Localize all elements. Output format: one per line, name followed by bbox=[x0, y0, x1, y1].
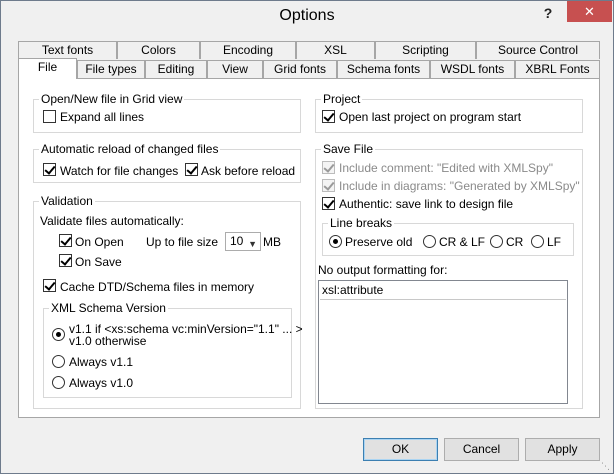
cache-dtd-checkbox[interactable] bbox=[43, 279, 56, 292]
expand-all-lines-label: Expand all lines bbox=[60, 110, 145, 124]
line-break-crlf-label: CR & LF bbox=[439, 235, 486, 249]
validation-group-title: Validation bbox=[39, 194, 95, 208]
tab-view[interactable]: View bbox=[207, 60, 263, 78]
open-last-project-label: Open last project on program start bbox=[339, 110, 522, 124]
line-breaks-group-title: Line breaks bbox=[328, 216, 395, 230]
include-diagrams-label: Include in diagrams: "Generated by XMLSp… bbox=[339, 179, 580, 193]
validate-automatically-label: Validate files automatically: bbox=[40, 214, 184, 228]
tab-file[interactable]: File bbox=[18, 58, 77, 79]
apply-button[interactable]: Apply bbox=[525, 438, 600, 461]
auto-reload-group-title: Automatic reload of changed files bbox=[39, 142, 221, 156]
schema-always-v10-label: Always v1.0 bbox=[69, 376, 134, 390]
up-to-file-size-label: Up to file size bbox=[146, 235, 219, 249]
tab-grid-fonts[interactable]: Grid fonts bbox=[263, 60, 337, 78]
options-dialog: Options ? ✕ Text fonts Colors Encoding X… bbox=[0, 0, 614, 474]
cancel-button[interactable]: Cancel bbox=[444, 438, 519, 461]
chevron-down-icon: ▼ bbox=[248, 239, 257, 249]
line-break-lf-radio[interactable] bbox=[531, 235, 544, 248]
line-break-preserve-label: Preserve old bbox=[345, 235, 413, 249]
help-button[interactable]: ? bbox=[529, 2, 567, 24]
list-item[interactable]: xsl:attribute bbox=[320, 282, 566, 300]
cache-dtd-label: Cache DTD/Schema files in memory bbox=[60, 280, 255, 294]
no-output-formatting-list[interactable]: xsl:attribute bbox=[318, 280, 568, 404]
authentic-save-link-label: Authentic: save link to design file bbox=[339, 197, 514, 211]
schema-always-v11-radio[interactable] bbox=[52, 355, 65, 368]
include-comment-label: Include comment: "Edited with XMLSpy" bbox=[339, 161, 553, 175]
tab-xsl[interactable]: XSL bbox=[296, 41, 375, 59]
tab-scripting[interactable]: Scripting bbox=[375, 41, 476, 59]
tab-wsdl-fonts[interactable]: WSDL fonts bbox=[430, 60, 515, 78]
include-comment-checkbox[interactable] bbox=[322, 161, 335, 174]
watch-file-changes-label: Watch for file changes bbox=[60, 164, 179, 178]
on-open-checkbox[interactable] bbox=[59, 234, 72, 247]
line-break-cr-radio[interactable] bbox=[490, 235, 503, 248]
authentic-save-link-checkbox[interactable] bbox=[322, 197, 335, 210]
dialog-title: Options bbox=[279, 7, 335, 24]
line-break-lf-label: LF bbox=[547, 235, 562, 249]
list-empty-area bbox=[320, 299, 566, 402]
on-save-checkbox[interactable] bbox=[59, 254, 72, 267]
tab-source-control[interactable]: Source Control bbox=[476, 41, 600, 59]
tab-file-types[interactable]: File types bbox=[77, 60, 145, 78]
project-group-title: Project bbox=[321, 92, 363, 106]
line-break-crlf-radio[interactable] bbox=[423, 235, 436, 248]
schema-v11-conditional-line2: v1.0 otherwise bbox=[69, 334, 147, 348]
ask-before-reload-checkbox[interactable] bbox=[185, 163, 198, 176]
tab-encoding[interactable]: Encoding bbox=[200, 41, 296, 59]
schema-v11-conditional-radio[interactable] bbox=[52, 328, 65, 341]
file-size-select[interactable]: 10 ▼ bbox=[225, 232, 261, 251]
save-file-group-title: Save File bbox=[321, 142, 376, 156]
on-save-label: On Save bbox=[75, 255, 122, 269]
include-diagrams-checkbox[interactable] bbox=[322, 179, 335, 192]
ask-before-reload-label: Ask before reload bbox=[201, 164, 296, 178]
tab-colors[interactable]: Colors bbox=[117, 41, 200, 59]
schema-always-v11-label: Always v1.1 bbox=[69, 355, 134, 369]
on-open-label: On Open bbox=[75, 235, 124, 249]
open-last-project-checkbox[interactable] bbox=[322, 110, 335, 123]
line-break-preserve-radio[interactable] bbox=[329, 235, 342, 248]
title-bar: Options ? ✕ bbox=[1, 1, 613, 31]
file-size-unit: MB bbox=[263, 235, 281, 249]
tab-xbrl-fonts[interactable]: XBRL Fonts bbox=[515, 60, 600, 78]
tab-editing[interactable]: Editing bbox=[145, 60, 207, 78]
file-tab-panel: Open/New file in Grid view Expand all li… bbox=[18, 78, 600, 418]
close-button[interactable]: ✕ bbox=[567, 1, 612, 22]
open-new-group-title: Open/New file in Grid view bbox=[39, 92, 185, 106]
file-size-value: 10 bbox=[230, 234, 244, 248]
line-break-cr-label: CR bbox=[506, 235, 524, 249]
tab-text-fonts[interactable]: Text fonts bbox=[18, 41, 117, 59]
schema-always-v10-radio[interactable] bbox=[52, 376, 65, 389]
xml-schema-version-title: XML Schema Version bbox=[49, 301, 168, 315]
ok-button[interactable]: OK bbox=[363, 438, 438, 461]
tab-schema-fonts[interactable]: Schema fonts bbox=[337, 60, 430, 78]
resize-grip-icon[interactable]: ⋱ bbox=[601, 461, 611, 471]
expand-all-lines-checkbox[interactable] bbox=[43, 110, 56, 123]
watch-file-changes-checkbox[interactable] bbox=[43, 163, 56, 176]
no-output-formatting-label: No output formatting for: bbox=[318, 263, 448, 277]
